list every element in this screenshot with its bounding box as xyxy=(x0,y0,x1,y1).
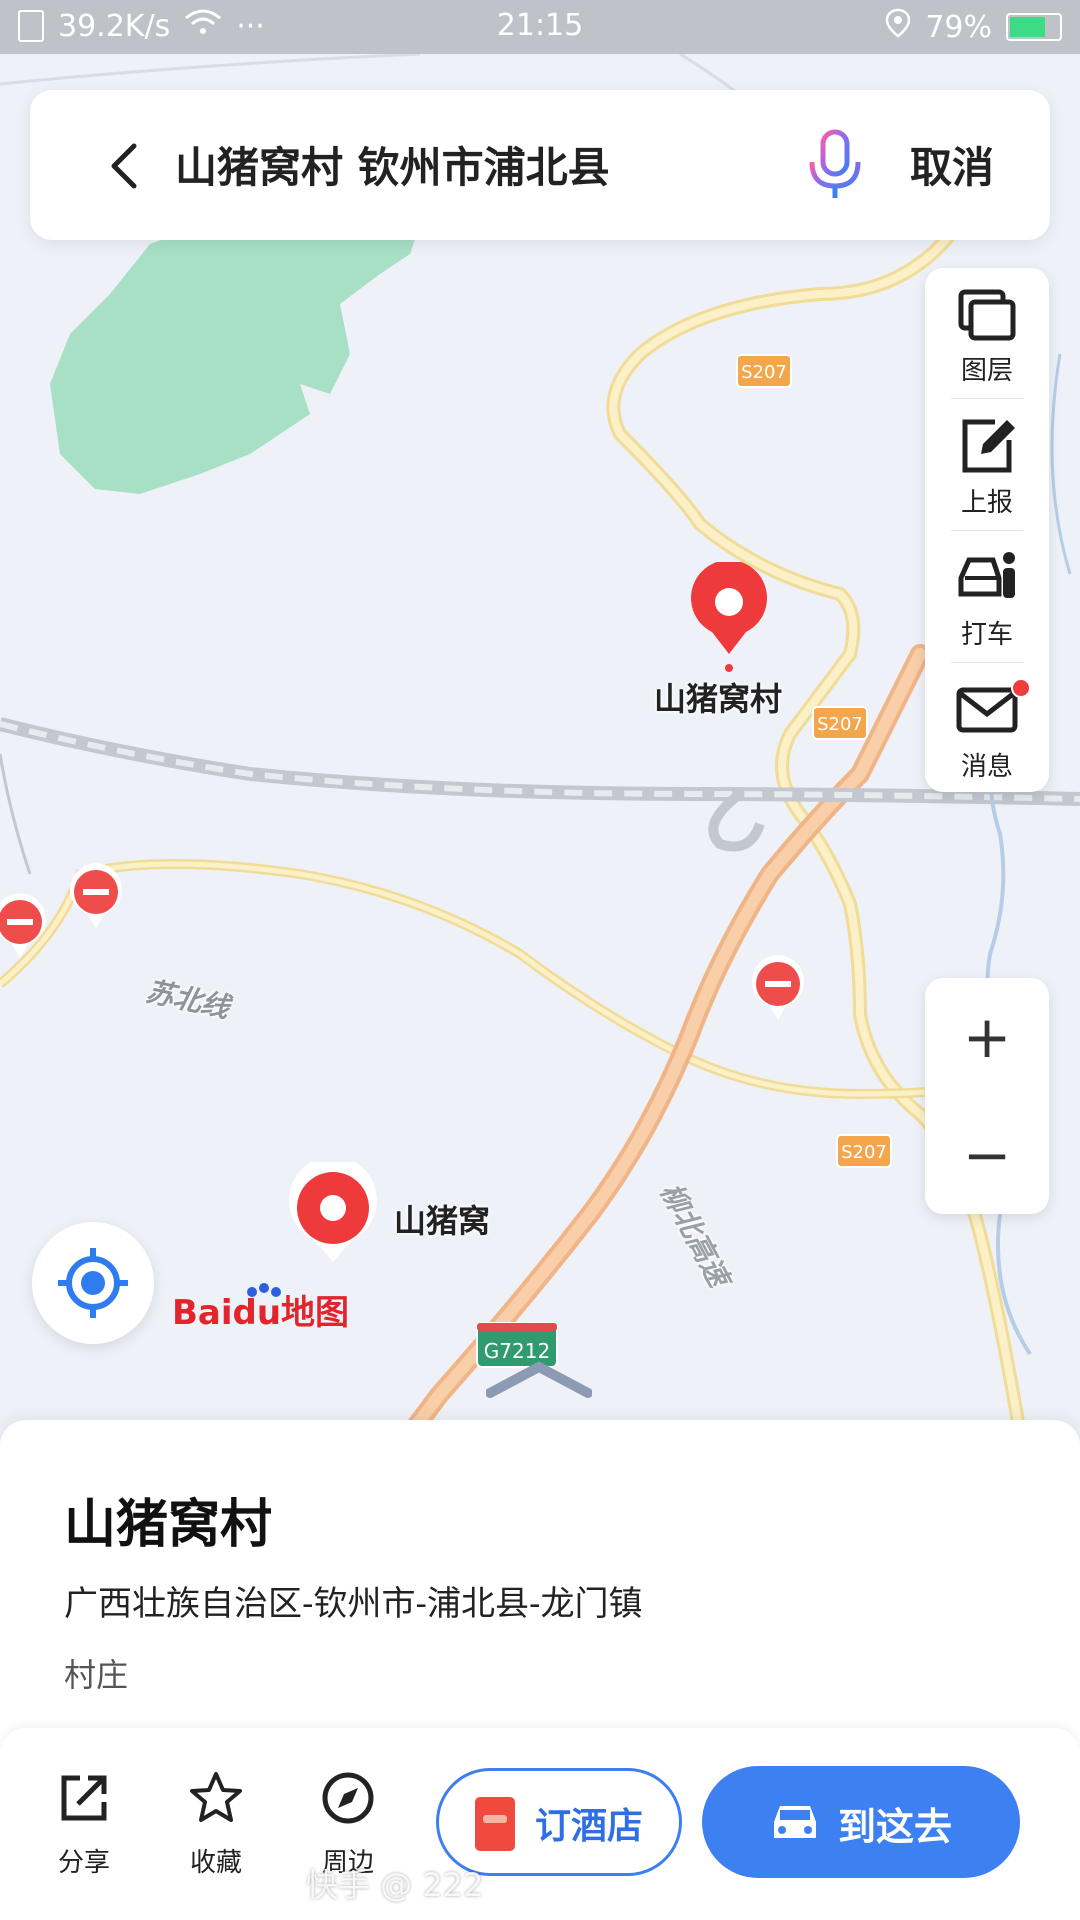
closure-marker-icon[interactable] xyxy=(748,954,808,1024)
favorite-label: 收藏 xyxy=(189,1848,242,1878)
svg-text:S207: S207 xyxy=(841,1142,887,1163)
svg-text:S207: S207 xyxy=(817,714,863,735)
place-category: 村庄 xyxy=(64,1656,129,1694)
zoom-in-button[interactable]: + xyxy=(925,978,1049,1096)
back-button[interactable] xyxy=(90,126,160,206)
layers-icon xyxy=(958,289,1016,341)
watermark-text: 快手 @ 222 xyxy=(306,1866,484,1904)
car-icon xyxy=(774,1806,816,1838)
navigate-here-button[interactable]: 到这去 xyxy=(702,1766,1020,1878)
heading-chevron-icon xyxy=(486,1361,592,1398)
search-query[interactable]: 山猪窝村 钦州市浦北县 xyxy=(175,134,610,195)
mail-icon xyxy=(956,687,1018,733)
map-graphics xyxy=(0,54,1080,1434)
svg-text:Baidu地图: Baidu地图 xyxy=(172,1293,349,1333)
battery-icon xyxy=(1006,13,1062,41)
locate-me-button[interactable] xyxy=(32,1222,154,1344)
messages-label: 消息 xyxy=(960,752,1013,782)
status-right: 79% xyxy=(885,8,1062,46)
share-label: 分享 xyxy=(57,1848,110,1878)
search-bar[interactable]: 山猪窝村 钦州市浦北县 取消 xyxy=(30,90,1050,240)
road-shield-s207-b: S207 xyxy=(812,706,868,740)
layers-label: 图层 xyxy=(960,356,1013,386)
closure-marker-icon[interactable] xyxy=(66,862,126,932)
divider xyxy=(951,662,1023,663)
svg-text:S207: S207 xyxy=(741,362,787,383)
road-shield-s207-a: S207 xyxy=(736,354,792,388)
map-label-poi-secondary[interactable]: 山猪窝 xyxy=(394,1196,490,1242)
selected-location-pin-icon[interactable] xyxy=(684,562,774,678)
map-tools-panel: 图层 上报 打车 消息 xyxy=(925,268,1049,792)
taxi-label: 打车 xyxy=(960,620,1013,650)
book-hotel-label: 订酒店 xyxy=(535,1805,644,1847)
favorite-button[interactable]: 收藏 xyxy=(166,1770,266,1879)
unread-badge xyxy=(1011,678,1031,698)
report-button[interactable]: 上报 xyxy=(925,400,1049,530)
divider xyxy=(951,530,1023,531)
chevron-left-icon xyxy=(111,143,137,189)
share-button[interactable]: 分享 xyxy=(34,1770,134,1879)
road-shield-s207-c: S207 xyxy=(836,1134,892,1168)
layers-button[interactable]: 图层 xyxy=(925,268,1049,398)
map-canvas[interactable]: S207 S207 S207 G7212 山猪窝村 山猪窝 苏北线 柳北高速 xyxy=(0,54,1080,1434)
microphone-icon xyxy=(809,129,861,198)
place-address: 广西壮族自治区-钦州市-浦北县-龙门镇 xyxy=(64,1584,643,1624)
cancel-button[interactable]: 取消 xyxy=(910,134,994,195)
place-name: 山猪窝村 xyxy=(64,1494,273,1555)
edit-report-icon xyxy=(962,419,1015,473)
taxi-button[interactable]: 打车 xyxy=(925,532,1049,662)
divider xyxy=(951,398,1023,399)
poi-pin-icon[interactable] xyxy=(284,1162,382,1274)
location-icon xyxy=(885,8,911,46)
navigate-here-label: 到这去 xyxy=(838,1804,953,1849)
crosshair-icon xyxy=(58,1248,128,1318)
zoom-out-button[interactable]: − xyxy=(925,1096,1049,1214)
taxi-icon xyxy=(958,552,1015,598)
star-icon xyxy=(190,1772,242,1822)
battery-fill xyxy=(1010,17,1045,37)
messages-button[interactable]: 消息 xyxy=(925,664,1049,794)
share-icon xyxy=(61,1775,107,1821)
bottom-action-bar: 分享 收藏 周边 订酒店 到这去 xyxy=(0,1728,1080,1920)
battery-percent: 79% xyxy=(925,9,992,45)
hotel-icon xyxy=(475,1797,515,1851)
closure-marker-icon[interactable] xyxy=(0,892,50,962)
zoom-controls: + − xyxy=(925,978,1049,1214)
status-bar: 39.2K/s ··· 21:15 79% xyxy=(0,0,1080,54)
map-label-poi-main[interactable]: 山猪窝村 xyxy=(654,674,782,720)
report-label: 上报 xyxy=(960,488,1013,518)
compass-icon xyxy=(322,1772,374,1824)
baidu-map-logo: Baidu地图 xyxy=(172,1283,349,1333)
voice-search-button[interactable] xyxy=(800,126,870,206)
